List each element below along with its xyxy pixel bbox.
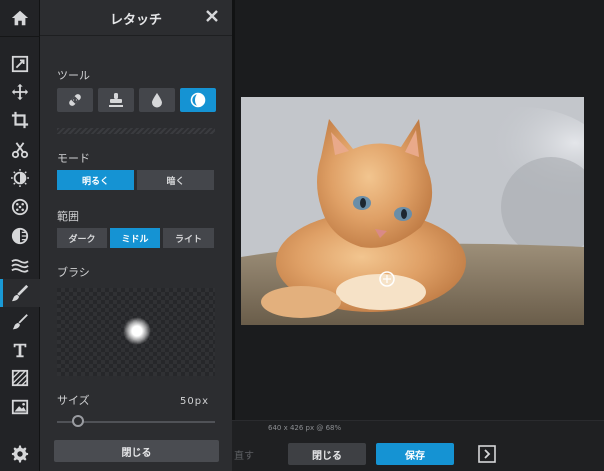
- mode-brighten-button[interactable]: 明るく: [57, 170, 134, 190]
- cut-icon[interactable]: [0, 136, 40, 164]
- text-icon[interactable]: [0, 336, 40, 364]
- tool-rail: [0, 0, 40, 471]
- section-divider: [57, 128, 215, 134]
- range-label: 範囲: [57, 210, 79, 223]
- bandage-tool-button[interactable]: [57, 88, 93, 112]
- photo-canvas[interactable]: [241, 97, 584, 325]
- canvas-status: 640 x 426 px @ 68%: [268, 424, 342, 432]
- dodge-burn-tool-button[interactable]: [180, 88, 216, 112]
- mode-label: モード: [57, 152, 90, 165]
- dodge-burn-icon: [190, 92, 206, 108]
- texture-icon[interactable]: [0, 364, 40, 392]
- panel-close-button[interactable]: 閉じる: [54, 440, 219, 462]
- effects-icon[interactable]: [0, 193, 40, 221]
- home-icon[interactable]: [0, 4, 40, 32]
- kitten-photo: [241, 97, 584, 325]
- range-middle-button[interactable]: ミドル: [110, 228, 160, 248]
- move-icon[interactable]: [0, 78, 40, 106]
- size-slider-thumb[interactable]: [71, 415, 84, 427]
- close-icon[interactable]: [204, 8, 220, 24]
- close-button[interactable]: 閉じる: [288, 443, 366, 465]
- bandage-icon: [69, 94, 81, 106]
- panel-header: レタッチ: [40, 0, 232, 36]
- stamp-tool-button[interactable]: [98, 88, 134, 112]
- rail-divider: [0, 36, 40, 37]
- image-icon[interactable]: [0, 393, 40, 421]
- adjust-icon[interactable]: [0, 164, 40, 192]
- save-button[interactable]: 保存: [376, 443, 454, 465]
- retouch-panel: レタッチ ツール モード 明るく 暗く 範囲 ダーク ミドル ライト ブラシ サ…: [40, 0, 232, 471]
- brush-label: ブラシ: [57, 266, 90, 279]
- range-dark-button[interactable]: ダーク: [57, 228, 107, 248]
- range-light-button[interactable]: ライト: [163, 228, 214, 248]
- size-label: サイズ: [57, 394, 90, 407]
- size-value: 50px: [180, 396, 209, 407]
- expand-panel-icon[interactable]: [478, 445, 496, 463]
- drop-tool-button[interactable]: [139, 88, 175, 112]
- edit-icon[interactable]: [0, 50, 40, 78]
- brush-tip-preview: [123, 317, 151, 345]
- crop-icon[interactable]: [0, 106, 40, 134]
- paint-brush-icon[interactable]: [0, 308, 40, 336]
- brush-icon[interactable]: [0, 279, 40, 307]
- stamp-icon: [109, 93, 123, 107]
- settings-icon[interactable]: [0, 440, 40, 468]
- panel-edge: [232, 0, 235, 436]
- wave-icon[interactable]: [0, 251, 40, 279]
- mode-darken-button[interactable]: 暗く: [137, 170, 214, 190]
- undo-label[interactable]: 直す: [234, 447, 254, 462]
- tools-label: ツール: [57, 69, 90, 82]
- filters-icon[interactable]: [0, 222, 40, 250]
- photo-editor: レタッチ ツール モード 明るく 暗く 範囲 ダーク ミドル ライト ブラシ サ…: [0, 0, 604, 471]
- brush-preview: [57, 288, 215, 376]
- drop-icon: [152, 93, 162, 108]
